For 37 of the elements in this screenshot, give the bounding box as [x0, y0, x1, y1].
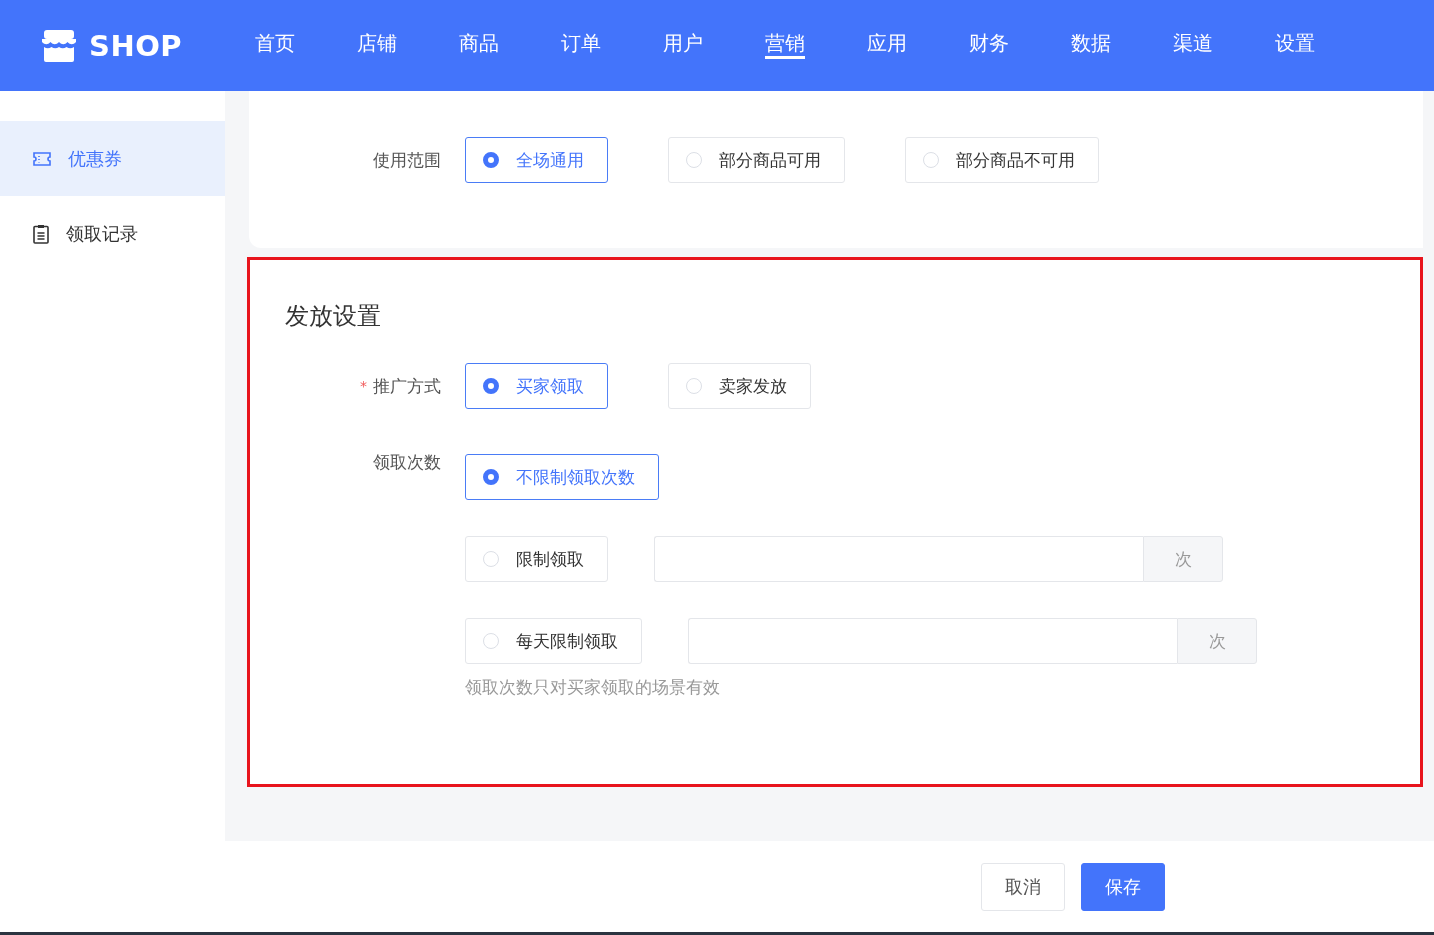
radio-option[interactable]: 部分商品不可用 [905, 137, 1099, 183]
nav-tab[interactable]: 财务 [969, 0, 1071, 91]
radio-option[interactable]: 不限制领取次数 [465, 454, 659, 500]
radio-option[interactable]: 全场通用 [465, 137, 608, 183]
count-input[interactable] [688, 618, 1177, 664]
nav-tab[interactable]: 商品 [459, 0, 561, 91]
radio-option[interactable]: 每天限制领取 [465, 618, 642, 664]
sidebar-item[interactable]: 优惠券 [0, 121, 225, 196]
nav-tab[interactable]: 用户 [663, 0, 765, 91]
radio-option[interactable]: 买家领取 [465, 363, 608, 409]
nav-tab[interactable]: 店铺 [357, 0, 459, 91]
clipboard-icon [33, 223, 49, 244]
input-suffix: 次 [1177, 618, 1257, 664]
field-label: 推广方式 [373, 376, 441, 398]
input-suffix: 次 [1143, 536, 1223, 582]
nav-tab[interactable]: 数据 [1071, 0, 1173, 91]
sidebar-item[interactable]: 领取记录 [0, 196, 225, 271]
shop-logo-icon [42, 29, 76, 62]
hint-text: 领取次数只对买家领取的场景有效 [465, 676, 721, 699]
required-mark: * [360, 377, 367, 396]
count-input[interactable] [654, 536, 1143, 582]
section-title: 发放设置 [285, 301, 382, 332]
radio-option[interactable]: 部分商品可用 [668, 137, 845, 183]
nav-tab[interactable]: 首页 [255, 0, 357, 91]
save-button[interactable]: 保存 [1081, 862, 1165, 911]
logo-text: SHOP [89, 28, 183, 63]
cancel-button[interactable]: 取消 [981, 862, 1065, 911]
nav-tab[interactable]: 营销 [765, 0, 867, 91]
field-label: 使用范围 [373, 150, 441, 172]
nav-tab[interactable]: 设置 [1275, 0, 1377, 91]
field-label: 领取次数 [373, 452, 441, 474]
nav-tab[interactable]: 应用 [867, 0, 969, 91]
radio-option[interactable]: 限制领取 [465, 536, 608, 582]
nav-tab[interactable]: 渠道 [1173, 0, 1275, 91]
radio-option[interactable]: 卖家发放 [668, 363, 811, 409]
ticket-icon [33, 151, 51, 166]
nav-tab[interactable]: 订单 [561, 0, 663, 91]
